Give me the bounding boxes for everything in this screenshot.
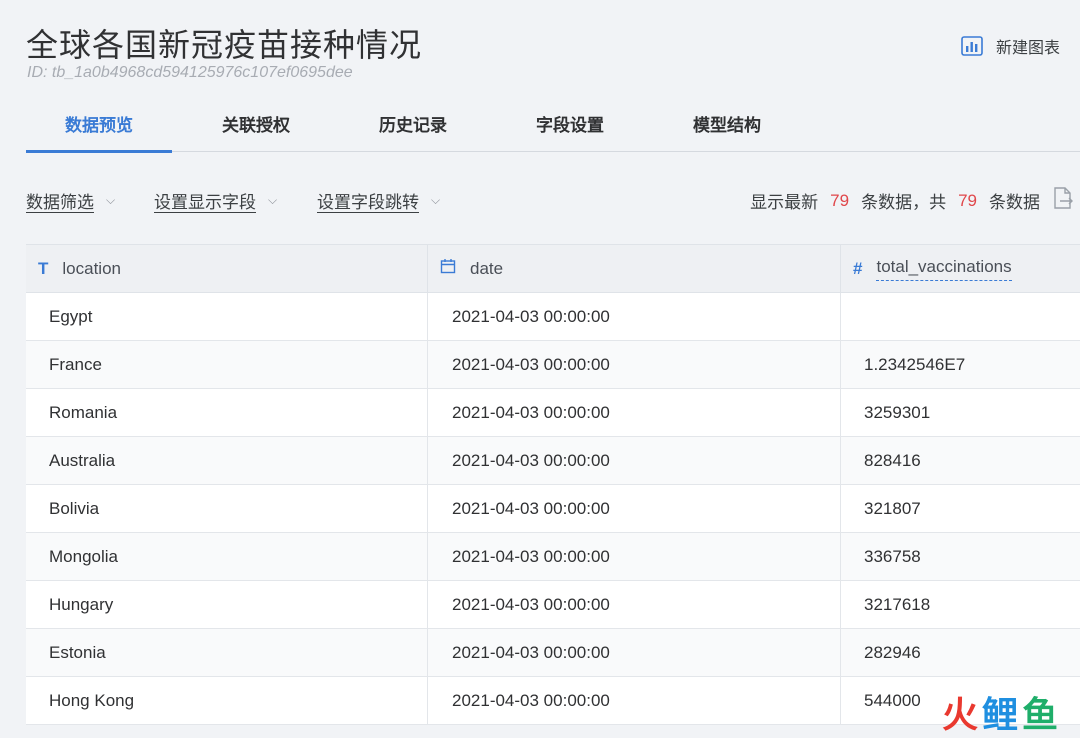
table-cell-date: 2021-04-03 00:00:00 xyxy=(428,677,841,724)
tab-data-preview[interactable]: 数据预览 xyxy=(26,94,172,153)
chevron-down-icon: ⌵ xyxy=(106,193,116,207)
table-cell-location: France xyxy=(26,341,428,388)
table-cell-total-vaccinations: 1.2342546E7 xyxy=(864,354,966,374)
table-cell-location: Mongolia xyxy=(26,533,428,580)
table-row[interactable]: Mongolia 2021-04-03 00:00:00 336758 xyxy=(26,533,1080,581)
table-row[interactable]: Australia 2021-04-03 00:00:00 828416 xyxy=(26,437,1080,485)
record-summary: 显示最新 79 条数据，共 79 条数据 xyxy=(750,186,1074,215)
table-cell-location: Egypt xyxy=(26,293,428,340)
new-chart-label: 新建图表 xyxy=(995,40,1060,57)
summary-middle: 条数据，共 xyxy=(861,193,947,212)
page-title: 全球各国新冠疫苗接种情况 xyxy=(26,26,423,64)
table-cell-date: 2021-04-03 00:00:00 xyxy=(428,389,841,436)
table-cell-date: 2021-04-03 00:00:00 xyxy=(428,341,841,388)
column-header-date[interactable]: date xyxy=(428,245,841,292)
table-cell-total-vaccinations: 828416 xyxy=(864,450,921,470)
text-type-icon: T xyxy=(38,258,49,278)
number-type-icon: # xyxy=(853,258,863,278)
field-jump-label: 设置字段跳转 xyxy=(317,193,419,212)
table-cell-date: 2021-04-03 00:00:00 xyxy=(428,293,841,340)
page-header: 全球各国新冠疫苗接种情况 ID: tb_1a0b4968cd594125976c… xyxy=(0,0,1080,90)
toolbar: 数据筛选 ⌵ 设置显示字段 ⌵ 设置字段跳转 ⌵ 显示最新 79 条数据，共 7… xyxy=(26,180,1080,220)
table-cell-date: 2021-04-03 00:00:00 xyxy=(428,581,841,628)
table-cell-total-vaccinations: 321807 xyxy=(864,498,921,518)
table-row[interactable]: France 2021-04-03 00:00:00 1.2342546E7 xyxy=(26,341,1080,389)
export-icon[interactable] xyxy=(1052,186,1074,215)
table-body: Egypt 2021-04-03 00:00:00 France 2021-04-03… xyxy=(26,293,1080,725)
total-count: 79 xyxy=(958,190,977,210)
table-row[interactable]: Hungary 2021-04-03 00:00:00 3217618 xyxy=(26,581,1080,629)
table-row[interactable]: Romania 2021-04-03 00:00:00 3259301 xyxy=(26,389,1080,437)
table-cell-date: 2021-04-03 00:00:00 xyxy=(428,533,841,580)
column-name: total_vaccinations xyxy=(876,257,1012,281)
tab-linked-auth[interactable]: 关联授权 xyxy=(183,94,329,152)
display-fields-label: 设置显示字段 xyxy=(154,193,256,212)
data-table: T location date # total_vaccinations Egy… xyxy=(26,244,1080,725)
watermark-char: 鲤 xyxy=(981,695,1018,736)
table-cell-location: Hungary xyxy=(26,581,428,628)
display-fields-dropdown[interactable]: 设置显示字段 ⌵ xyxy=(154,188,277,213)
column-header-total-vaccinations[interactable]: # total_vaccinations xyxy=(841,245,1080,292)
summary-suffix: 条数据 xyxy=(989,193,1040,212)
field-jump-dropdown[interactable]: 设置字段跳转 ⌵ xyxy=(317,188,440,213)
table-header: T location date # total_vaccinations xyxy=(26,245,1080,293)
table-cell-location: Romania xyxy=(26,389,428,436)
table-id: ID: tb_1a0b4968cd594125976c107ef0695dee xyxy=(27,64,353,81)
column-header-location[interactable]: T location xyxy=(26,245,428,292)
table-row[interactable]: Hong Kong 2021-04-03 00:00:00 544000 xyxy=(26,677,1080,725)
table-cell-total-vaccinations: 282946 xyxy=(864,642,921,662)
calendar-icon xyxy=(440,258,456,279)
tab-field-settings[interactable]: 字段设置 xyxy=(497,94,643,152)
new-chart-button[interactable]: 新建图表 xyxy=(960,34,1060,58)
column-name: date xyxy=(470,258,504,278)
table-cell-total-vaccinations: 3259301 xyxy=(864,402,931,422)
table-row[interactable]: Egypt 2021-04-03 00:00:00 xyxy=(26,293,1080,341)
data-filter-dropdown[interactable]: 数据筛选 ⌵ xyxy=(26,188,115,213)
table-row[interactable]: Estonia 2021-04-03 00:00:00 282946 xyxy=(26,629,1080,677)
shown-count: 79 xyxy=(830,190,850,210)
data-filter-label: 数据筛选 xyxy=(26,193,94,212)
tab-bar: 数据预览 关联授权 历史记录 字段设置 模型结构 xyxy=(26,94,1080,153)
watermark-logo: 火 鲤 鱼 xyxy=(942,686,1058,738)
table-cell-date: 2021-04-03 00:00:00 xyxy=(428,437,841,484)
table-cell-date: 2021-04-03 00:00:00 xyxy=(428,629,841,676)
tab-model-structure[interactable]: 模型结构 xyxy=(654,94,800,152)
bar-chart-icon xyxy=(960,34,984,58)
column-name: location xyxy=(62,258,121,278)
table-cell-total-vaccinations xyxy=(841,293,1080,340)
table-row[interactable]: Bolivia 2021-04-03 00:00:00 321807 xyxy=(26,485,1080,533)
watermark-char: 火 xyxy=(941,695,978,736)
summary-prefix: 显示最新 xyxy=(750,193,819,212)
chevron-down-icon: ⌵ xyxy=(431,193,441,207)
table-cell-total-vaccinations: 3217618 xyxy=(864,594,931,614)
table-cell-total-vaccinations: 336758 xyxy=(864,546,921,566)
watermark-char: 鱼 xyxy=(1021,695,1058,736)
table-cell-location: Bolivia xyxy=(26,485,428,532)
table-cell-date: 2021-04-03 00:00:00 xyxy=(428,485,841,532)
chevron-down-icon: ⌵ xyxy=(268,193,278,207)
table-cell-location: Hong Kong xyxy=(26,677,428,724)
tab-history[interactable]: 历史记录 xyxy=(340,94,486,152)
table-cell-location: Estonia xyxy=(26,629,428,676)
table-cell-location: Australia xyxy=(26,437,428,484)
